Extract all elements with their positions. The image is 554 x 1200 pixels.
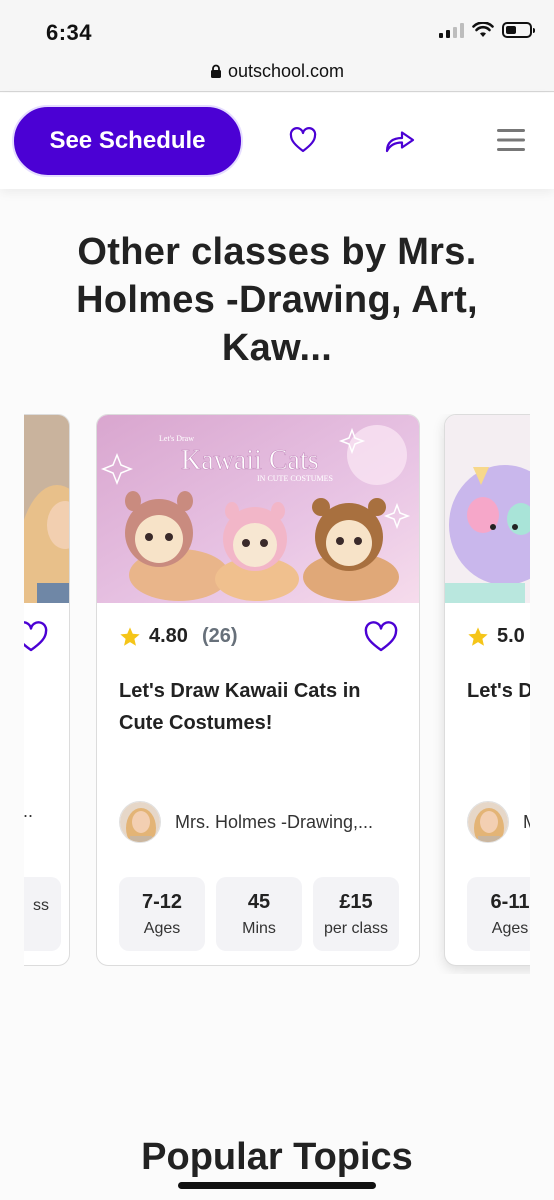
stat-duration: 45 Mins — [216, 877, 302, 951]
rating-value: 5.0 — [497, 625, 525, 647]
wifi-icon — [472, 22, 494, 37]
teacher-name: .. — [24, 801, 34, 821]
hamburger-menu-icon[interactable] — [494, 123, 528, 157]
status-bar: 6:34 — [0, 0, 554, 52]
popular-topics-heading: Popular Topics — [141, 1136, 413, 1178]
teacher-name: Mrs. Holmes -Drawing,... — [175, 811, 374, 832]
teacher-row[interactable]: Mrs. Holmes -Drawing,... — [119, 801, 373, 843]
class-carousel[interactable]: .. ss Let's Draw Kawaii Cats IN CUTE COS… — [24, 414, 530, 974]
cellular-signal-icon — [439, 22, 464, 38]
stat-ages: 6-11 Ages — [467, 877, 530, 951]
stat-label: ss — [33, 897, 49, 914]
teacher-row[interactable]: M — [467, 801, 530, 843]
share-arrow-icon[interactable] — [383, 123, 417, 157]
see-schedule-button[interactable]: See Schedule — [12, 105, 243, 177]
star-icon — [120, 626, 140, 646]
class-title[interactable]: Let's Draw Kawaii Cats in Cute Costumes! — [119, 675, 399, 739]
thumbnail-subtitle: IN CUTE COSTUMES — [257, 474, 333, 483]
teacher-name: M — [523, 812, 530, 833]
rating-row: 5.0 — [467, 625, 525, 648]
other-classes-heading: Other classes by Mrs. Holmes -Drawing, A… — [76, 231, 478, 369]
class-card[interactable]: Let's Draw Kawaii Cats IN CUTE COSTUMES — [96, 414, 420, 966]
stat-label: Ages — [143, 920, 181, 937]
teacher-avatar — [467, 801, 509, 843]
star-icon — [468, 626, 488, 646]
stat-ages: 7-12 Ages — [119, 877, 205, 951]
thumbnail-title: Kawaii Cats — [181, 445, 319, 476]
battery-icon — [502, 22, 535, 38]
class-title[interactable]: Let's D — [467, 675, 530, 707]
class-stats: ss — [24, 877, 61, 951]
stat-price: £15 per class — [313, 877, 399, 951]
address-bar[interactable]: outschool.com — [0, 52, 554, 92]
favorite-heart-icon[interactable] — [24, 621, 49, 653]
stat-value: 6-11 — [490, 891, 530, 913]
stat-value: 45 — [247, 891, 271, 913]
class-card-previous[interactable]: .. ss — [24, 414, 70, 966]
rating-value: 4.80 — [149, 625, 188, 647]
url-text: outschool.com — [227, 61, 345, 81]
class-card-next[interactable]: 5.0 Let's D M 6-11 Ages — [444, 414, 530, 966]
stat-value: 7-12 — [141, 891, 183, 913]
stat-label: Ages — [491, 920, 529, 937]
class-stats: 7-12 Ages 45 Mins £15 per class — [119, 877, 399, 951]
class-thumbnail — [445, 415, 530, 603]
rating-row: 4.80 (26) — [119, 625, 238, 648]
class-thumbnail — [24, 415, 69, 603]
lock-icon — [210, 64, 221, 78]
thumbnail-heading: Let's Draw — [159, 434, 194, 443]
status-time: 6:34 — [46, 20, 93, 45]
teacher-row[interactable]: .. — [24, 801, 33, 822]
favorite-heart-icon[interactable] — [363, 621, 399, 653]
review-count: (26) — [201, 625, 238, 647]
home-indicator[interactable] — [178, 1182, 376, 1189]
class-action-bar: See Schedule — [0, 93, 554, 189]
heart-outline-icon[interactable] — [286, 123, 320, 157]
teacher-avatar — [119, 801, 161, 843]
stat-label: per class — [323, 920, 389, 937]
class-stats: 6-11 Ages — [467, 877, 530, 951]
class-thumbnail: Let's Draw Kawaii Cats IN CUTE COSTUMES — [97, 415, 419, 603]
stat-ages: ss — [24, 877, 61, 951]
stat-value: £15 — [339, 891, 373, 913]
system-icons — [439, 22, 535, 38]
stat-label: Mins — [242, 920, 276, 937]
